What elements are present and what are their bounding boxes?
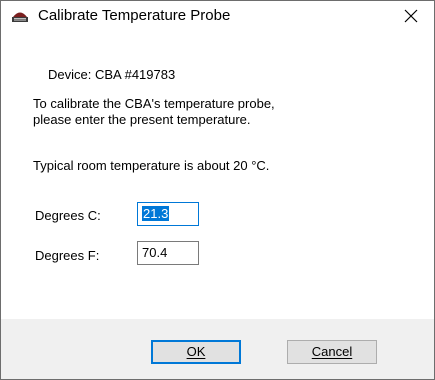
- close-icon[interactable]: [388, 1, 434, 31]
- degrees-c-label: Degrees C:: [35, 208, 101, 223]
- ok-button[interactable]: OK: [151, 340, 241, 364]
- window-title: Calibrate Temperature Probe: [38, 7, 231, 24]
- degrees-f-input[interactable]: 70.4: [137, 241, 199, 265]
- device-label: Device: CBA #419783: [48, 67, 176, 82]
- typical-temperature-note: Typical room temperature is about 20 °C.: [33, 158, 270, 173]
- instruction-line-2: please enter the present temperature.: [33, 112, 251, 127]
- degrees-f-label: Degrees F:: [35, 248, 100, 263]
- cancel-button-label: Cancel: [311, 344, 353, 359]
- ok-button-label: OK: [186, 344, 206, 359]
- title-bar[interactable]: Calibrate Temperature Probe: [1, 1, 434, 31]
- dialog-content: Device: CBA #419783 To calibrate the CBA…: [1, 31, 434, 319]
- instruction-line-1: To calibrate the CBA's temperature probe…: [33, 96, 275, 111]
- button-bar: OK Cancel: [1, 319, 434, 379]
- probe-icon: [11, 8, 29, 24]
- calibrate-dialog: Calibrate Temperature Probe Device: CBA …: [0, 0, 435, 380]
- degrees-c-input[interactable]: 21.3: [137, 202, 199, 226]
- degrees-c-value: 21.3: [142, 206, 170, 221]
- degrees-f-value: 70.4: [142, 245, 168, 260]
- cancel-button[interactable]: Cancel: [287, 340, 377, 364]
